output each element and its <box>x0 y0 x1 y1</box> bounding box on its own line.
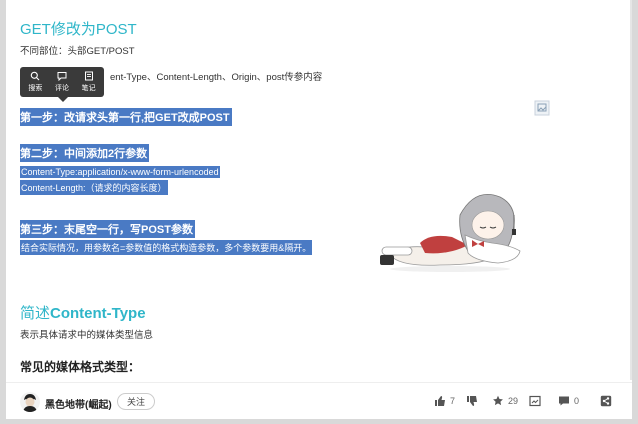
selection-toolbar: 搜索 评论 笔记 <box>20 67 104 102</box>
tooltip-comment[interactable]: 评论 <box>55 71 69 93</box>
tooltip-comment-label: 评论 <box>54 85 69 92</box>
like-count: 7 <box>450 396 456 406</box>
follow-button[interactable]: 关注 <box>117 393 155 410</box>
comment-button[interactable]: 0 <box>558 395 579 407</box>
heading-content-type: 简述Content-Type <box>20 302 146 323</box>
thumbs-down-icon <box>467 396 477 406</box>
tooltip-search[interactable]: 搜索 <box>28 71 42 93</box>
tooltip-search-label: 搜索 <box>28 85 43 92</box>
author-name[interactable]: 黑色地带(崛起) <box>45 396 112 411</box>
scrollbar[interactable] <box>630 0 632 380</box>
image-placeholder-icon <box>534 100 550 116</box>
step2-text: 第二步：中间添加2行参数 <box>20 144 150 162</box>
comment-bubble-icon <box>559 396 569 406</box>
step1-text: 第一步：改请求头第一行,把GET改成POST <box>20 108 232 126</box>
author-avatar[interactable] <box>20 392 40 412</box>
heading-get-to-post: GET修改为POST <box>20 21 137 38</box>
content-type-description: 表示具体请求中的媒体类型信息 <box>20 330 154 341</box>
tooltip-note[interactable]: 笔记 <box>82 71 96 93</box>
comment-icon <box>57 72 67 81</box>
note-icon <box>84 71 93 81</box>
partial-headers-line: ent-Type、Content-Length、Origin、post传参内容 <box>110 72 323 83</box>
step3-text: 第三步：末尾空一行，写POST参数 <box>20 220 195 238</box>
tooltip-note-label: 笔记 <box>81 85 96 92</box>
media-types-subheading: 常见的媒体格式类型： <box>20 360 141 374</box>
image-share-icon <box>529 395 541 407</box>
dislike-button[interactable] <box>466 395 482 407</box>
favorite-count: 29 <box>508 396 519 406</box>
heading-ct-bold: Content-Type <box>50 305 146 322</box>
search-icon <box>31 71 40 81</box>
heading-ct-prefix: 简述 <box>20 305 51 322</box>
favorite-button[interactable]: 29 <box>492 395 518 407</box>
share-icon <box>600 395 612 407</box>
share-button[interactable] <box>600 395 616 407</box>
diff-text: 不同部位：头部GET/POST <box>20 46 135 57</box>
comment-count: 0 <box>574 396 580 406</box>
param-content-type: Content-Type:application/x-www-form-urle… <box>20 166 220 178</box>
param-content-length: Content-Length:（请求的内容长度） <box>20 180 168 195</box>
thumbs-up-icon <box>435 396 445 406</box>
article-bottom-bar: 黑色地带(崛起) 关注 7 29 0 <box>6 382 632 419</box>
step3-note: 结合实际情况，用参数名=参数值的格式构造参数，多个参数要用&隔开。 <box>20 240 313 255</box>
star-plus-icon <box>493 395 503 406</box>
anime-girl-illustration <box>380 193 521 272</box>
share-image-button[interactable] <box>529 395 545 407</box>
like-button[interactable]: 7 <box>434 395 455 407</box>
